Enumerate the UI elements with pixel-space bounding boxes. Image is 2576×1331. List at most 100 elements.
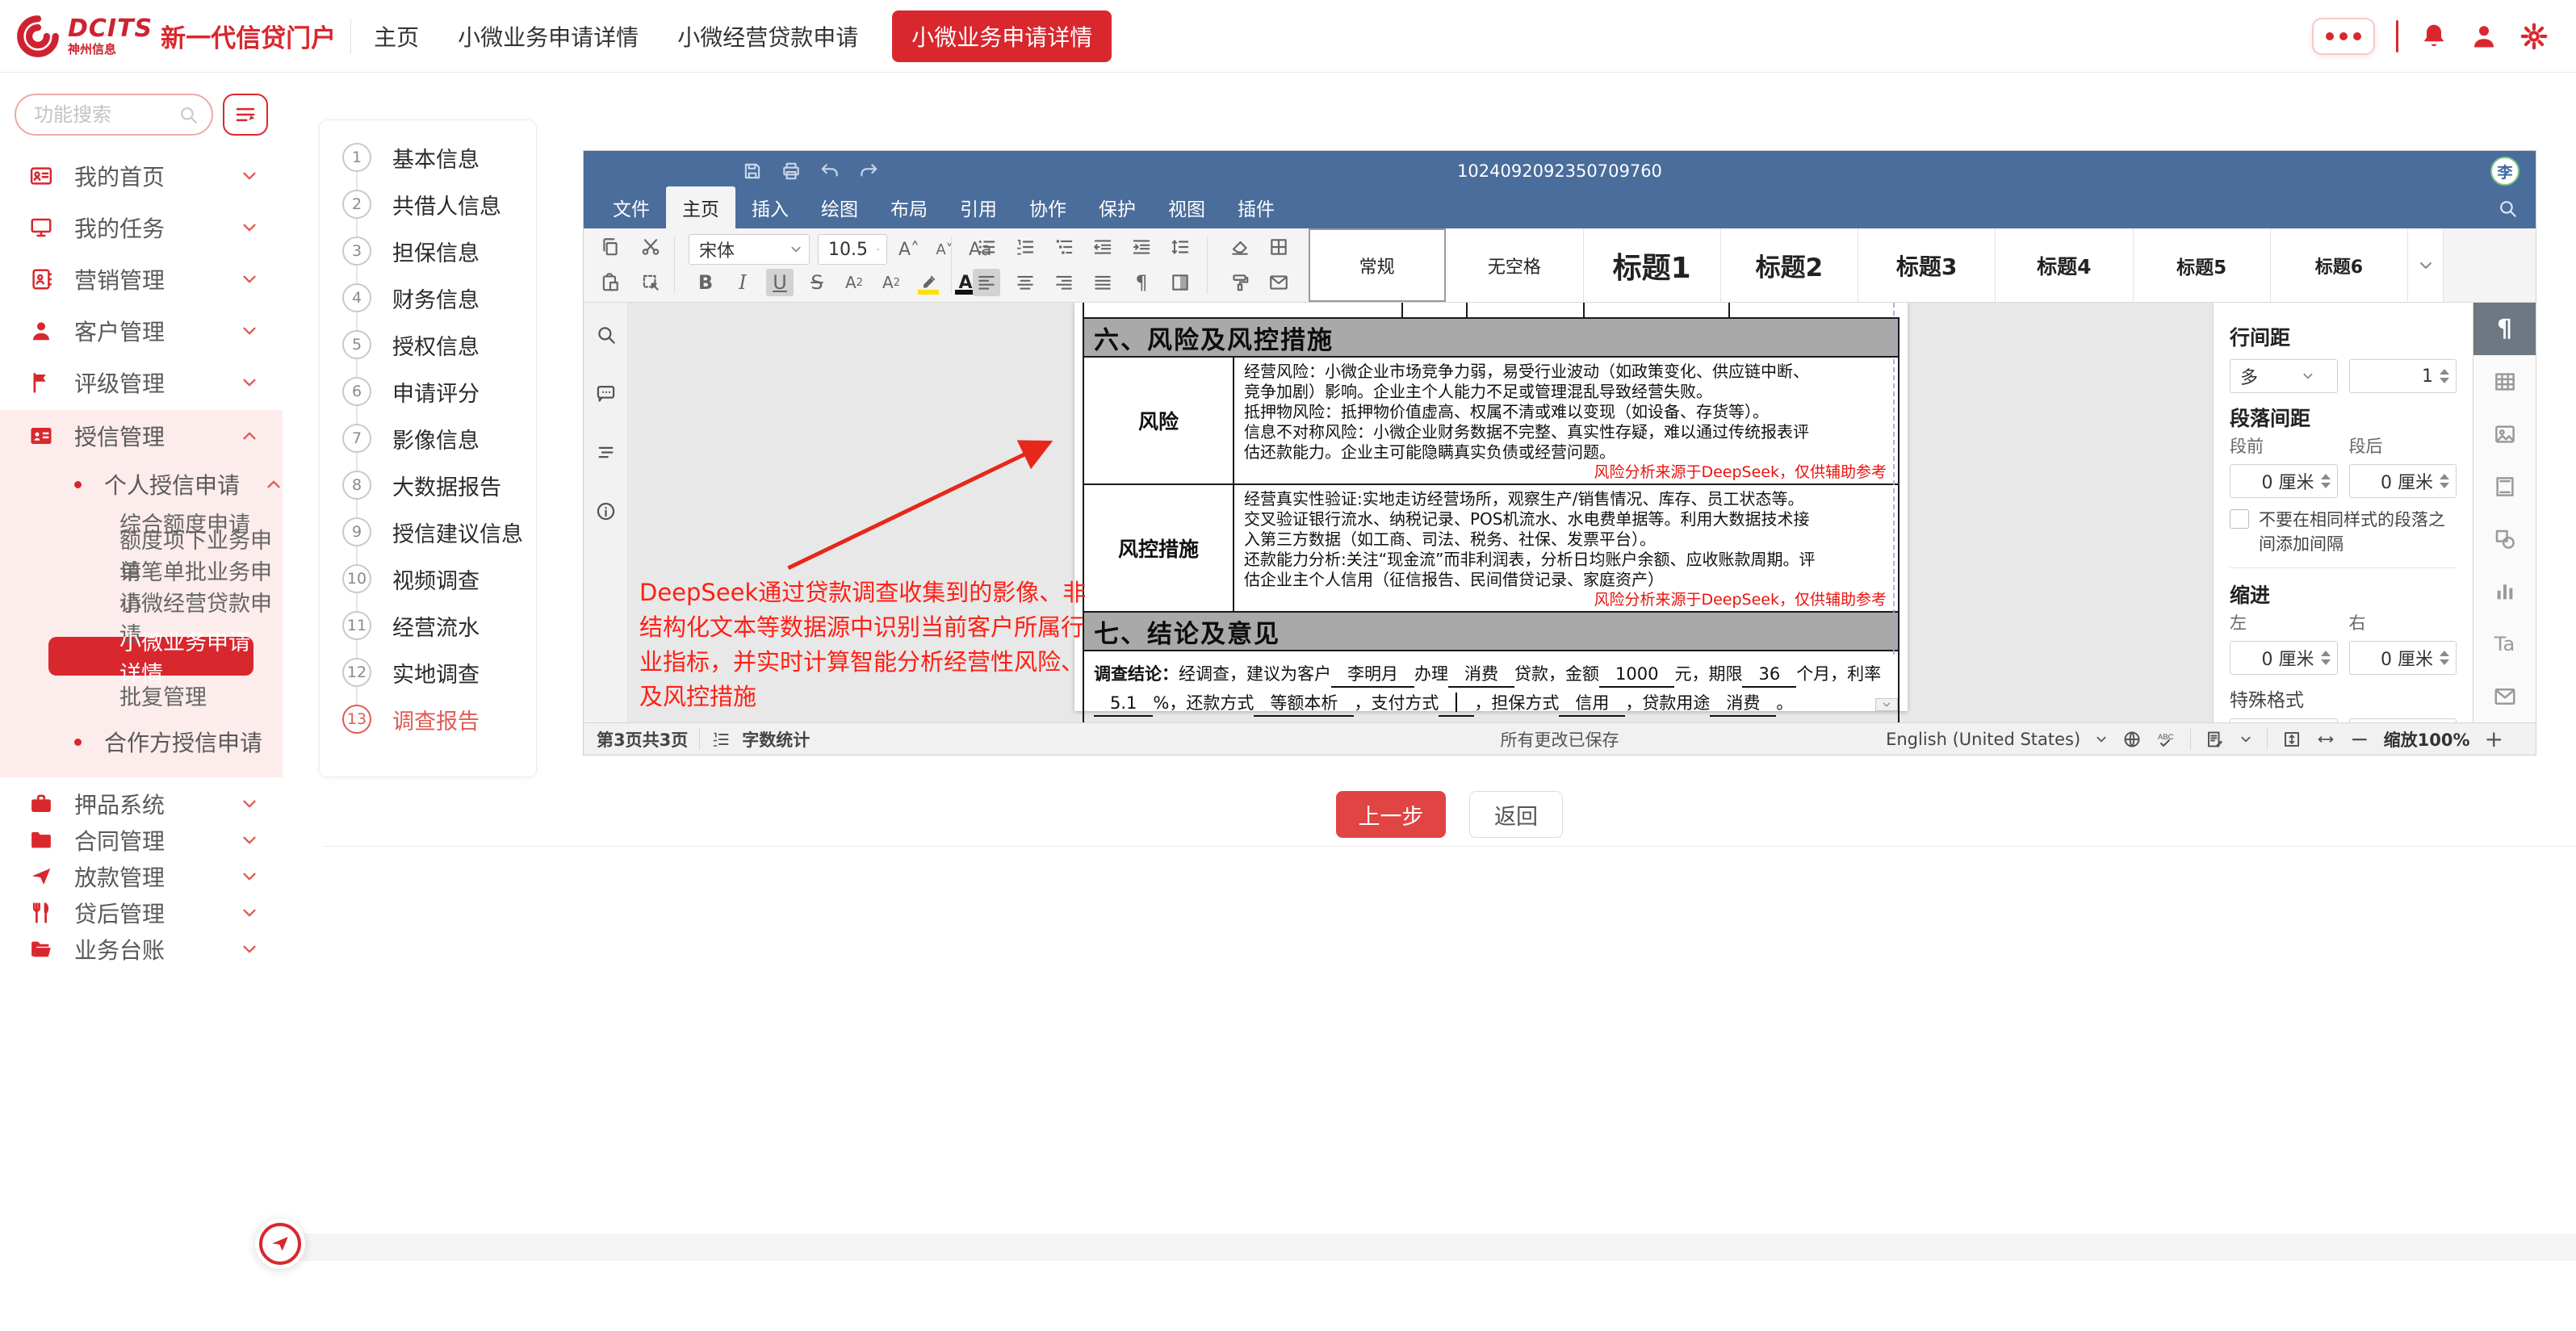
style-gallery-item[interactable]: 标题6 — [2271, 228, 2408, 302]
increase-indent-button[interactable] — [1128, 233, 1155, 261]
sidebar-item-credit-management[interactable]: 授信管理 — [0, 410, 283, 462]
step-item[interactable]: 12 实地调查 — [342, 658, 536, 687]
spellcheck-icon[interactable]: ABC — [2156, 730, 2176, 749]
search-input[interactable] — [32, 103, 178, 127]
style-gallery-item[interactable]: 常规 — [1309, 228, 1446, 302]
sidebar-subitem[interactable]: 小微业务申请详情 — [48, 637, 253, 676]
fit-page-icon[interactable] — [2282, 730, 2302, 749]
align-left-button[interactable] — [973, 269, 1000, 296]
text-art-panel-tab[interactable]: Ta — [2473, 617, 2536, 670]
style-gallery-item[interactable]: 标题1 — [1584, 228, 1721, 302]
editor-menu-item[interactable]: 协作 — [1013, 186, 1083, 228]
step-item[interactable]: 1 基本信息 — [342, 143, 536, 172]
step-item[interactable]: 4 财务信息 — [342, 283, 536, 312]
editor-search-icon[interactable] — [2497, 198, 2518, 219]
sidebar-item-partner-credit-apply[interactable]: 合作方授信申请 — [0, 719, 283, 764]
sidebar-item[interactable]: 客户管理 — [0, 305, 283, 357]
previous-step-button[interactable]: 上一步 — [1336, 791, 1446, 838]
decrease-indent-button[interactable] — [1089, 233, 1116, 261]
mail-merge-panel-tab[interactable] — [2473, 670, 2536, 722]
navigation-icon[interactable] — [595, 442, 617, 463]
style-gallery-item[interactable]: 标题4 — [1996, 228, 2133, 302]
step-item[interactable]: 2 共借人信息 — [342, 190, 536, 219]
language-selector[interactable]: English (United States) — [1886, 730, 2080, 749]
step-item[interactable]: 11 经营流水 — [342, 611, 536, 640]
bullet-list-button[interactable] — [973, 233, 1000, 261]
sidebar-item[interactable]: 评级管理 — [0, 357, 283, 408]
avatar[interactable]: 李 — [2490, 157, 2519, 186]
justify-button[interactable] — [1089, 269, 1116, 296]
no-space-between-checkbox[interactable] — [2230, 509, 2249, 529]
editor-menu-item[interactable]: 保护 — [1083, 186, 1152, 228]
sidebar-item[interactable]: 我的任务 — [0, 202, 283, 253]
multilevel-list-button[interactable] — [1050, 233, 1078, 261]
borders-button[interactable] — [1265, 233, 1292, 261]
sidebar-item[interactable]: 业务台账 — [0, 931, 283, 967]
function-search-box[interactable] — [15, 94, 213, 136]
editor-menu-item[interactable]: 插入 — [735, 186, 805, 228]
sidebar-item[interactable]: 押品系统 — [0, 785, 283, 822]
increase-font-button[interactable]: A˄ — [895, 236, 923, 263]
step-item[interactable]: 10 视频调查 — [342, 564, 536, 593]
step-item[interactable]: 5 授权信息 — [342, 330, 536, 359]
strikethrough-button[interactable]: S — [803, 269, 831, 296]
zoom-in-button[interactable]: + — [2485, 728, 2503, 751]
top-tab[interactable]: 小微业务申请详情 — [453, 12, 643, 61]
find-icon[interactable] — [595, 324, 617, 345]
zoom-out-button[interactable]: − — [2350, 728, 2369, 751]
sidebar-item[interactable]: 我的首页 — [0, 150, 283, 202]
style-gallery-more-button[interactable] — [2408, 228, 2444, 302]
style-gallery-item[interactable]: 标题2 — [1721, 228, 1858, 302]
cut-button[interactable] — [637, 233, 664, 261]
editor-menu-item[interactable]: 插件 — [1221, 186, 1291, 228]
style-gallery-item[interactable]: 无空格 — [1446, 228, 1583, 302]
sidebar-item[interactable]: 合同管理 — [0, 822, 283, 858]
comments-icon[interactable] — [595, 383, 617, 404]
editor-menu-item[interactable]: 文件 — [597, 186, 666, 228]
shading-button[interactable] — [1167, 269, 1194, 296]
underline-button[interactable]: U — [766, 269, 794, 296]
info-icon[interactable] — [595, 500, 617, 522]
conclusion-paragraph[interactable]: 调查结论：经调查，建议为客户李明月办理消费贷款，金额1000元，期限36个月，利… — [1083, 651, 1900, 722]
indent-right-stepper[interactable]: 0 厘米 — [2349, 641, 2457, 675]
select-button[interactable] — [637, 269, 664, 296]
top-tab[interactable]: 小微业务申请详情 — [892, 10, 1112, 62]
subscript-button[interactable]: A2 — [878, 269, 905, 296]
step-item[interactable]: 6 申请评分 — [342, 377, 536, 406]
chart-panel-tab[interactable] — [2473, 565, 2536, 617]
shapes-panel-tab[interactable] — [2473, 513, 2536, 565]
editor-menu-item[interactable]: 主页 — [666, 186, 735, 228]
bold-button[interactable]: B — [692, 269, 719, 296]
settings-gear-icon[interactable] — [2519, 22, 2549, 51]
align-right-button[interactable] — [1050, 269, 1078, 296]
line-spacing-button[interactable] — [1167, 233, 1194, 261]
scroll-down-nub[interactable] — [1875, 698, 1898, 711]
fit-width-icon[interactable] — [2316, 730, 2335, 749]
line-spacing-stepper[interactable]: 1 — [2349, 359, 2457, 393]
table-panel-tab[interactable] — [2473, 355, 2536, 408]
paragraph-marks-button[interactable]: ¶ — [1128, 269, 1155, 296]
format-painter-button[interactable] — [1226, 269, 1254, 296]
step-item[interactable]: 9 授信建议信息 — [342, 517, 536, 546]
paragraph-panel-tab[interactable]: ¶ — [2473, 303, 2536, 355]
step-item[interactable]: 7 影像信息 — [342, 424, 536, 453]
superscript-button[interactable]: A2 — [840, 269, 868, 296]
space-before-stepper[interactable]: 0 厘米 — [2230, 464, 2338, 498]
header-footer-panel-tab[interactable] — [2473, 460, 2536, 513]
step-item[interactable]: 8 大数据报告 — [342, 471, 536, 500]
assistant-float-button[interactable] — [255, 1219, 305, 1269]
highlight-color-button[interactable] — [915, 269, 942, 296]
font-family-select[interactable]: 宋体 — [689, 234, 810, 265]
step-item[interactable]: 3 担保信息 — [342, 236, 536, 266]
document-page[interactable]: 六、风险及风控措施 风险 经营风险：小微企业市场竞争力弱，易受行业波动（如政策变… — [1074, 303, 1908, 711]
numbered-list-button[interactable] — [1012, 233, 1039, 261]
notifications-bell-icon[interactable] — [2419, 22, 2448, 51]
italic-button[interactable]: I — [729, 269, 756, 296]
sidebar-item[interactable]: 贷后管理 — [0, 894, 283, 931]
editor-menu-item[interactable]: 引用 — [944, 186, 1013, 228]
copy-button[interactable] — [597, 233, 624, 261]
track-changes-icon[interactable] — [2205, 730, 2225, 749]
language-globe-icon[interactable] — [2122, 730, 2142, 749]
align-center-button[interactable] — [1012, 269, 1039, 296]
style-gallery-item[interactable]: 标题3 — [1858, 228, 1996, 302]
